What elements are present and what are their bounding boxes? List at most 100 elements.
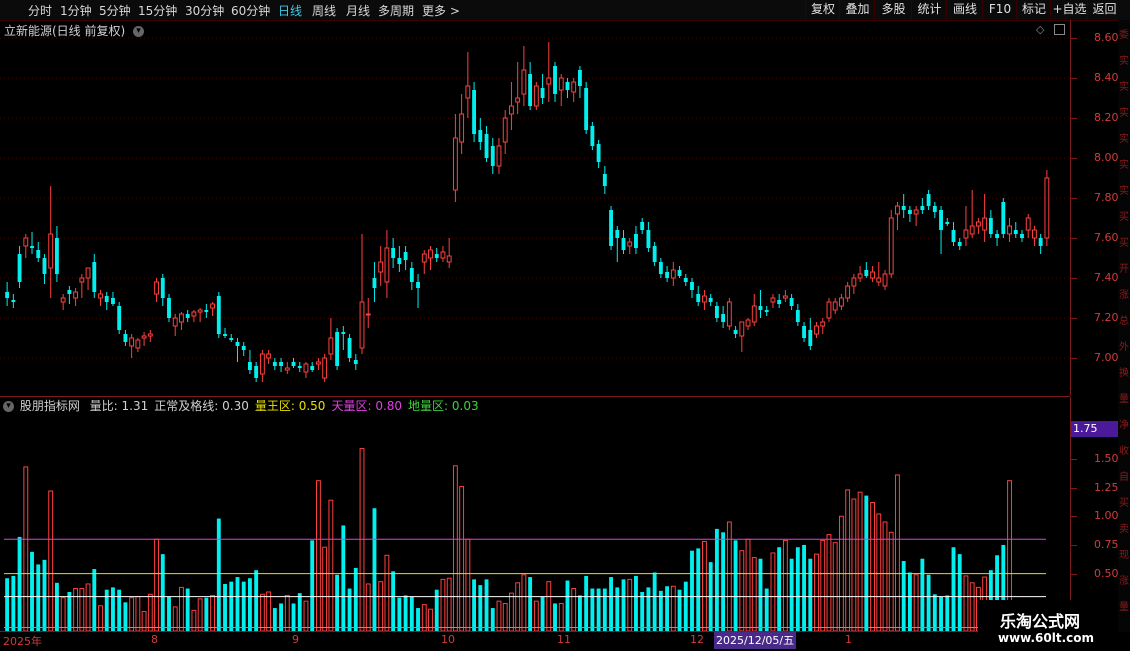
candle-body [802,326,806,338]
toolbar-button-6[interactable]: 标记 [1016,0,1051,19]
sidebar-item[interactable]: 买 [1119,234,1129,249]
toolbar-button-4[interactable]: 画线 [946,0,983,19]
sidebar-item[interactable]: 实 [1119,156,1129,171]
sidebar-item[interactable]: 量 [1119,390,1129,405]
candle-body [472,90,477,134]
sidebar-item[interactable]: 自 [1119,468,1129,483]
sidebar-item[interactable]: 总 [1119,312,1129,327]
candle-body [901,206,906,210]
candle-body [627,241,633,247]
candle-body [870,271,875,279]
date-label: 8 [151,633,158,646]
sidebar-item[interactable]: 实 [1119,78,1129,93]
volume-bar [335,574,340,631]
volume-bar [533,600,539,631]
candle-body [98,293,103,299]
candle-body [1001,202,1006,234]
sidebar-item[interactable]: 买 [1119,494,1129,509]
period-tab-0[interactable]: 分时 [28,2,52,19]
candle-body [229,338,234,340]
sidebar-item[interactable]: 实 [1119,130,1129,145]
sidebar-item[interactable]: 实 [1119,182,1129,197]
candle-body [957,242,962,246]
candle-body [838,297,844,307]
price-tick: 7.60 [1094,231,1119,244]
candle-body [577,70,582,86]
sidebar-item[interactable]: 量 [1119,598,1129,613]
diamond-icon[interactable]: ◇ [1036,23,1044,36]
candle-body [310,366,315,370]
volume-bar [851,498,857,631]
sidebar-item[interactable]: 收 [1119,442,1129,457]
indicator-menu-icon[interactable]: ▾ [3,401,14,412]
sidebar-item[interactable]: 买 [1119,208,1129,223]
sidebar-item[interactable]: 委 [1119,26,1129,41]
price-tick-mark [1071,358,1077,359]
period-tab-8[interactable]: 月线 [346,2,370,19]
candle-body [421,253,427,263]
candle-body [683,278,688,282]
indicator-param-label: 量王区: [254,399,295,413]
toolbar-button-8[interactable]: 返回 [1087,0,1121,19]
candle-body [104,296,109,302]
candle-body [789,298,794,306]
volume-bar [733,540,738,631]
sidebar-item[interactable]: 涨 [1119,572,1129,587]
candle-body [988,218,993,234]
chevron-down-icon[interactable]: ▾ [133,26,145,37]
candle-body [459,113,465,143]
price-chart[interactable] [0,20,1070,396]
sidebar-item[interactable]: 实 [1119,52,1129,67]
toolbar-button-5[interactable]: F10 [982,0,1017,19]
sidebar-item[interactable]: 现 [1119,546,1129,561]
volume-bar [315,480,321,631]
toolbar-button-7[interactable]: +自选 [1050,0,1088,19]
volume-bar [584,575,589,631]
toolbar-button-2[interactable]: 多股 [874,0,912,19]
candle-body [210,303,216,309]
sidebar-item[interactable]: 外 [1119,338,1129,353]
volume-bar [528,577,533,631]
toolbar-button-1[interactable]: 叠加 [839,0,875,19]
sidebar-item[interactable]: 实 [1119,104,1129,119]
candle-body [615,230,620,238]
period-tab-1[interactable]: 1分钟 [60,2,92,19]
period-tab-6[interactable]: 日线 [278,2,302,19]
indicator-tick: 1.50 [1094,451,1119,465]
period-tab-4[interactable]: 30分钟 [185,2,224,19]
candle-body [714,306,719,318]
candle-body [141,335,147,339]
volume-ratio-chart[interactable] [0,413,1070,631]
volume-bar [129,597,135,631]
candle-body [951,230,956,242]
period-tab-10[interactable]: 更多 > [422,2,460,19]
volume-bar [558,602,564,631]
volume-bar [832,542,838,631]
volume-bar [297,593,302,631]
period-tab-9[interactable]: 多周期 [378,2,414,19]
sidebar-item[interactable]: 净 [1119,416,1129,431]
period-tab-5[interactable]: 60分钟 [231,2,270,19]
sidebar-item[interactable]: 换 [1119,364,1129,379]
sidebar-item[interactable]: 卖 [1119,520,1129,535]
candle-body [1007,225,1012,235]
period-tab-3[interactable]: 15分钟 [138,2,177,19]
toolbar-button-0[interactable]: 复权 [805,0,840,19]
candle-body [185,314,190,318]
candle-body [315,361,321,365]
window-icon[interactable] [1054,24,1066,35]
candle-body [995,234,1000,238]
indicator-param-value: 0.30 [218,399,249,413]
candle-body [932,206,937,212]
date-label: 12 [690,633,704,646]
period-tab-7[interactable]: 周线 [312,2,336,19]
price-tick-mark [1071,318,1077,319]
right-sidebar[interactable]: 委实实实实实实买买开涨总外换量净收自买卖现涨量 [1118,20,1130,632]
toolbar-button-3[interactable]: 统计 [911,0,947,19]
sidebar-item[interactable]: 涨 [1119,286,1129,301]
sidebar-item[interactable]: 开 [1119,260,1129,275]
indicator-param-label: 地量区: [408,399,449,413]
candle-body [117,306,122,330]
period-tab-2[interactable]: 5分钟 [99,2,131,19]
volume-bar [328,499,334,631]
